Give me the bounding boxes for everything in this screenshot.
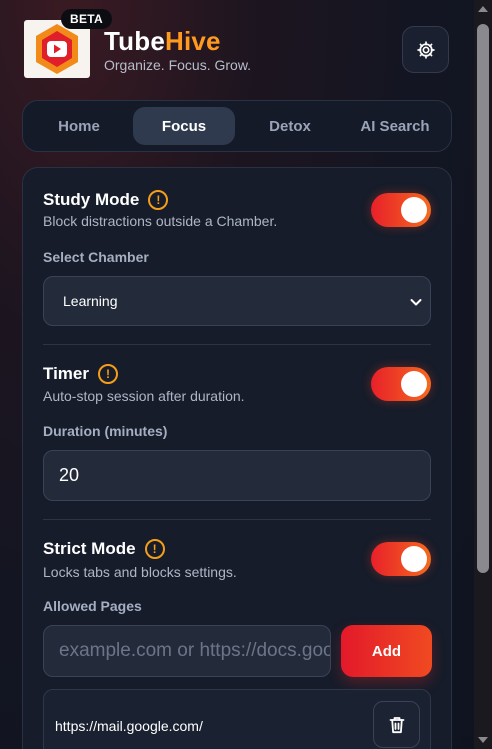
tagline: Organize. Focus. Grow. <box>104 57 252 73</box>
allowed-pages-label: Allowed Pages <box>43 598 142 614</box>
app-title: TubeHive <box>104 26 221 57</box>
scrollbar-thumb[interactable] <box>477 24 489 573</box>
timer-description: Auto-stop session after duration. <box>43 388 245 404</box>
allowed-page-input[interactable]: example.com or https://docs.google.com <box>43 625 331 677</box>
timer-heading: Timer ! <box>43 364 118 384</box>
duration-input[interactable]: 20 <box>43 450 431 501</box>
strict-mode-description: Locks tabs and blocks settings. <box>43 564 237 580</box>
exclamation-circle-icon[interactable]: ! <box>148 190 169 210</box>
tab-focus[interactable]: Focus <box>133 107 235 145</box>
tab-detox[interactable]: Detox <box>247 107 333 145</box>
allowed-page-placeholder: example.com or https://docs.google.com <box>59 640 330 661</box>
allowed-page-item: https://mail.google.com/ <box>43 689 431 749</box>
select-chamber-label: Select Chamber <box>43 249 149 265</box>
tab-ai-search[interactable]: AI Search <box>345 107 445 145</box>
timer-toggle[interactable] <box>371 367 431 401</box>
divider <box>43 344 431 345</box>
chamber-select-value: Learning <box>63 293 118 309</box>
study-mode-title: Study Mode <box>43 190 140 209</box>
delete-page-button[interactable] <box>373 701 420 748</box>
add-page-button[interactable]: Add <box>341 625 432 677</box>
focus-panel: Study Mode ! Block distractions outside … <box>22 167 452 749</box>
toggle-knob <box>401 546 427 572</box>
tab-home[interactable]: Home <box>36 107 122 145</box>
brand-name-part2: Hive <box>164 26 221 56</box>
allowed-page-url: https://mail.google.com/ <box>55 718 203 734</box>
duration-label: Duration (minutes) <box>43 423 168 439</box>
study-mode-toggle[interactable] <box>371 193 431 227</box>
brand-name-part1: Tube <box>104 26 165 56</box>
study-mode-heading: Study Mode ! <box>43 190 169 210</box>
chevron-down-icon <box>410 299 422 306</box>
strict-mode-title: Strict Mode <box>43 539 136 558</box>
timer-title: Timer <box>43 364 89 383</box>
trash-icon <box>389 716 404 733</box>
exclamation-circle-icon[interactable]: ! <box>144 539 165 559</box>
study-mode-description: Block distractions outside a Chamber. <box>43 213 278 229</box>
exclamation-circle-icon[interactable]: ! <box>98 364 118 384</box>
strict-mode-heading: Strict Mode ! <box>43 539 165 559</box>
scroll-down-arrow[interactable] <box>478 737 488 743</box>
main-tabs: Home Focus Detox AI Search <box>22 100 452 152</box>
divider <box>43 519 431 520</box>
gear-icon <box>416 40 435 59</box>
chamber-select[interactable]: Learning <box>43 276 431 326</box>
settings-button[interactable] <box>402 26 449 73</box>
duration-value: 20 <box>59 465 80 485</box>
strict-mode-toggle[interactable] <box>371 542 431 576</box>
popup-app: BETA TubeHive Organize. Focus. Grow. Hom… <box>0 0 474 749</box>
toggle-knob <box>401 197 427 223</box>
scroll-up-arrow[interactable] <box>478 6 488 12</box>
toggle-knob <box>401 371 427 397</box>
